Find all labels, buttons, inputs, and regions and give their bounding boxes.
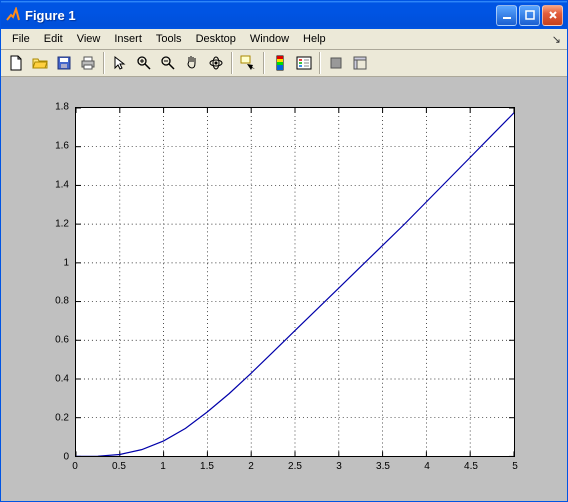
legend-icon[interactable] bbox=[293, 52, 315, 74]
window-buttons bbox=[496, 5, 563, 26]
x-tick-label: 0.5 bbox=[112, 461, 126, 472]
menu-desktop[interactable]: Desktop bbox=[189, 31, 243, 47]
toolbar-separator bbox=[263, 52, 265, 74]
x-tick-label: 4 bbox=[424, 461, 430, 472]
pointer-icon[interactable] bbox=[109, 52, 131, 74]
y-tick-label: 1.8 bbox=[39, 102, 69, 113]
menu-tools[interactable]: Tools bbox=[149, 31, 189, 47]
x-tick-label: 1.5 bbox=[200, 461, 214, 472]
window-title: Figure 1 bbox=[25, 8, 496, 23]
toolbar-separator bbox=[103, 52, 105, 74]
colorbar-icon[interactable] bbox=[269, 52, 291, 74]
new-file-icon[interactable] bbox=[5, 52, 27, 74]
x-tick-label: 2 bbox=[248, 461, 254, 472]
rotate3d-icon[interactable] bbox=[205, 52, 227, 74]
toolbar-separator bbox=[231, 52, 233, 74]
hide-plot-tools-icon[interactable] bbox=[325, 52, 347, 74]
show-plot-tools-icon[interactable] bbox=[349, 52, 371, 74]
print-icon[interactable] bbox=[77, 52, 99, 74]
toolbar bbox=[1, 50, 567, 77]
zoom-in-icon[interactable] bbox=[133, 52, 155, 74]
menu-window[interactable]: Window bbox=[243, 31, 296, 47]
menu-file[interactable]: File bbox=[5, 31, 37, 47]
minimize-button[interactable] bbox=[496, 5, 517, 26]
figure-canvas[interactable]: 0 0.2 0.4 0.6 0.8 1 1.2 1.4 1.6 1.8 0 0.5 1 1.5 2 2.5 3 3… bbox=[1, 77, 567, 501]
x-tick-label: 1 bbox=[160, 461, 166, 472]
y-tick-label: 0.6 bbox=[39, 335, 69, 346]
y-tick-label: 0.8 bbox=[39, 296, 69, 307]
data-cursor-icon[interactable] bbox=[237, 52, 259, 74]
y-tick-label: 1 bbox=[39, 257, 69, 268]
maximize-button[interactable] bbox=[519, 5, 540, 26]
toolbar-separator bbox=[319, 52, 321, 74]
matlab-icon bbox=[5, 7, 21, 23]
x-tick-label: 2.5 bbox=[288, 461, 302, 472]
x-tick-label: 3.5 bbox=[376, 461, 390, 472]
y-tick-label: 0 bbox=[39, 452, 69, 463]
x-tick-label: 5 bbox=[512, 461, 518, 472]
axes[interactable] bbox=[75, 107, 515, 457]
titlebar[interactable]: Figure 1 bbox=[1, 1, 567, 29]
figure-window: Figure 1 File Edit View Insert Tools Des… bbox=[0, 0, 568, 502]
dock-icon[interactable]: ↘ bbox=[552, 33, 561, 46]
y-tick-label: 1.6 bbox=[39, 140, 69, 151]
close-button[interactable] bbox=[542, 5, 563, 26]
open-file-icon[interactable] bbox=[29, 52, 51, 74]
menu-view[interactable]: View bbox=[70, 31, 108, 47]
menu-help[interactable]: Help bbox=[296, 31, 333, 47]
menu-edit[interactable]: Edit bbox=[37, 31, 70, 47]
y-tick-label: 1.4 bbox=[39, 179, 69, 190]
y-tick-label: 0.2 bbox=[39, 413, 69, 424]
menubar: File Edit View Insert Tools Desktop Wind… bbox=[1, 29, 567, 50]
y-tick-label: 0.4 bbox=[39, 374, 69, 385]
y-tick-label: 1.2 bbox=[39, 218, 69, 229]
save-icon[interactable] bbox=[53, 52, 75, 74]
zoom-out-icon[interactable] bbox=[157, 52, 179, 74]
x-tick-label: 3 bbox=[336, 461, 342, 472]
pan-icon[interactable] bbox=[181, 52, 203, 74]
x-tick-label: 0 bbox=[72, 461, 78, 472]
x-tick-label: 4.5 bbox=[464, 461, 478, 472]
axes-svg bbox=[76, 108, 514, 456]
menu-insert[interactable]: Insert bbox=[107, 31, 149, 47]
